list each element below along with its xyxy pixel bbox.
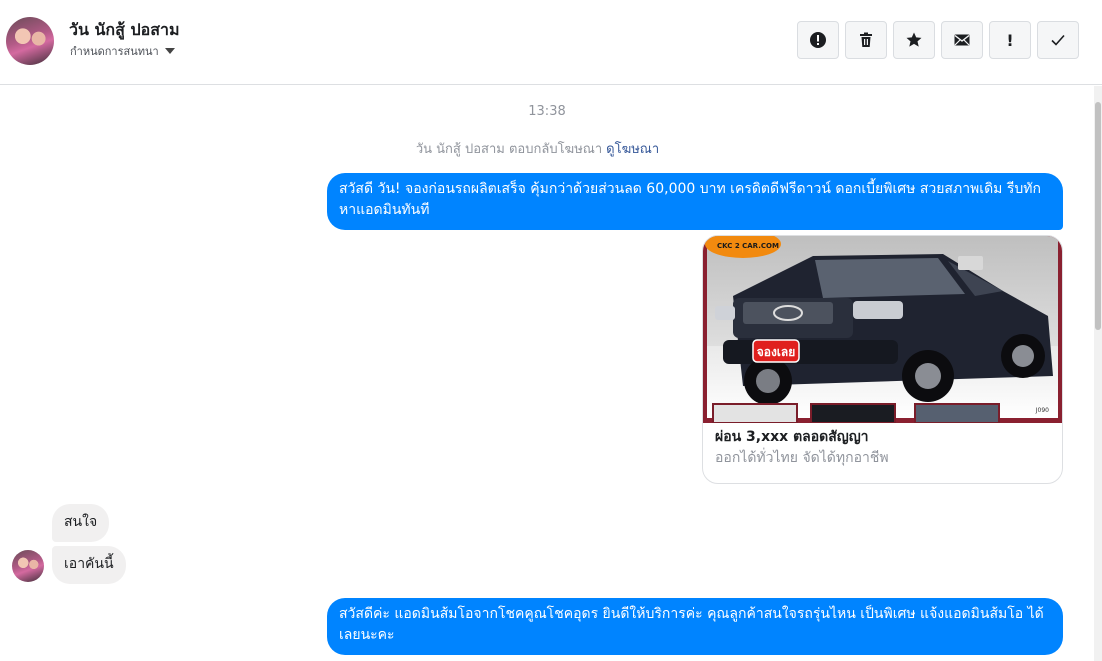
conversation-options-label: กำหนดการสนทนา [70,45,159,58]
ad-card[interactable]: CKC 2 CAR.COM จองเลย J090 ผ่อน 3,xxx ตลอ… [702,235,1063,484]
mark-unread-button[interactable] [941,21,983,59]
report-spam-button[interactable] [797,21,839,59]
incoming-message: สนใจ [52,504,110,542]
message-timestamp: 13:38 [528,104,566,119]
ad-reply-note: วัน นักสู้ ปอสาม ตอบกลับโฆษณา ดูโฆษณา [0,138,1075,159]
ad-code-text: J090 [1035,407,1049,414]
mark-done-button[interactable] [1037,21,1079,59]
star-icon [906,32,922,47]
trash-icon [860,32,872,47]
ad-badge-text: จองเลย [757,345,796,359]
ad-image: CKC 2 CAR.COM จองเลย J090 [703,236,1062,423]
ad-logo-text: CKC 2 CAR.COM [717,242,779,250]
ad-car-image: CKC 2 CAR.COM จองเลย J090 [703,236,1062,423]
outgoing-message: สวัสดีค่ะ แอดมินส้มโอจากโชคคูณโชคอุดร ยิ… [327,598,1063,655]
alert-circle-icon [810,32,826,48]
ad-reply-text: วัน นักสู้ ปอสาม ตอบกลับโฆษณา [415,142,603,157]
chat-scrollbar-thumb[interactable] [1095,102,1101,330]
ad-card-description: ออกได้ทั่วไทย จัดได้ทุกอาชีพ [715,450,889,466]
contact-name[interactable]: วัน นักสู้ ปอสาม [69,18,180,43]
contact-avatar[interactable] [6,17,54,65]
contact-avatar-small [12,550,44,582]
follow-up-label: ! [1006,30,1014,50]
ad-card-title: ผ่อน 3,xxx ตลอดสัญญา [715,429,869,445]
view-ad-link[interactable]: ดูโฆษณา [606,142,659,157]
outgoing-message: สวัสดี วัน! จองก่อนรถผลิตเสร็จ คุ้มกว่าด… [327,173,1063,230]
check-icon [1051,34,1065,46]
star-button[interactable] [893,21,935,59]
caret-down-icon [164,48,175,54]
conversation-options[interactable]: กำหนดการสนทนา [70,42,175,60]
conversation-toolbar: ! [797,21,1079,59]
incoming-message: เอาคันนี้ [52,546,126,584]
conversation-header: วัน นักสู้ ปอสาม กำหนดการสนทนา ! [0,0,1102,85]
follow-up-button[interactable]: ! [989,21,1031,59]
delete-button[interactable] [845,21,887,59]
message-thread[interactable]: 13:38 วัน นักสู้ ปอสาม ตอบกลับโฆษณา ดูโฆษ… [0,86,1094,661]
envelope-icon [954,34,970,46]
